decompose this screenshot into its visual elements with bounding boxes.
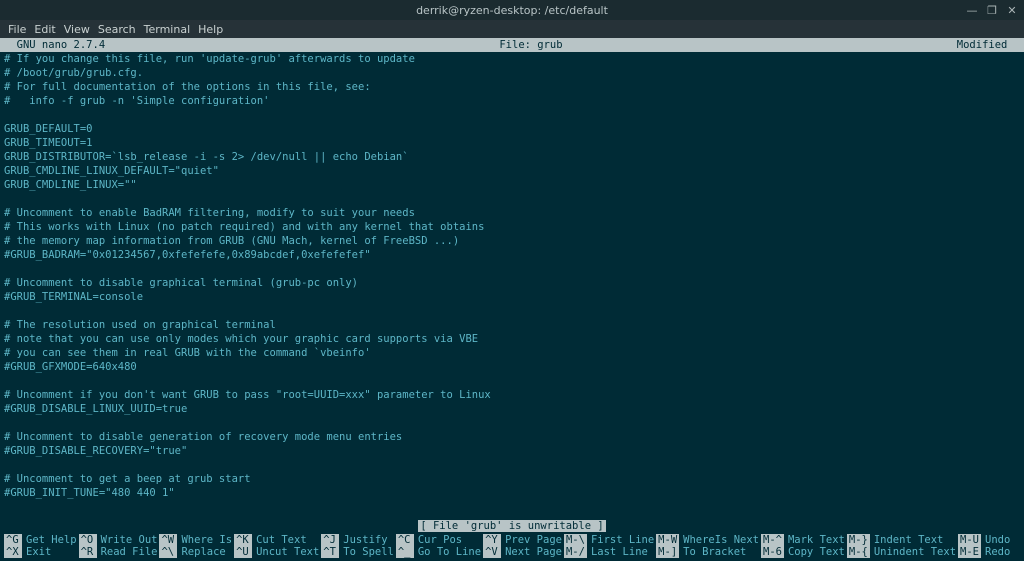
shortcut-col-3: ^K Cut Text ^U Uncut Text	[234, 533, 319, 559]
shortcut-key[interactable]: M-]	[656, 546, 679, 558]
shortcut-label: To Spell	[343, 546, 394, 558]
nano-modified: Modified	[957, 39, 1020, 51]
shortcut-label: Last Line	[591, 546, 648, 558]
shortcut-key[interactable]: ^O	[79, 534, 97, 546]
minimize-icon[interactable]: —	[966, 4, 978, 16]
shortcut-label: Copy Text	[788, 546, 845, 558]
shortcut-col-7: M-\ First Line M-/ Last Line	[564, 533, 654, 559]
shortcut-key[interactable]: M-U	[958, 534, 981, 546]
window-titlebar: derrik@ryzen-desktop: /etc/default — ❐ ✕	[0, 0, 1024, 20]
menu-terminal[interactable]: Terminal	[144, 23, 191, 36]
shortcut-key[interactable]: ^V	[483, 546, 501, 558]
shortcut-key[interactable]: M-{	[847, 546, 870, 558]
status-bar: [ File 'grub' is unwritable ]	[0, 519, 1024, 533]
editor-content[interactable]: # If you change this file, run 'update-g…	[0, 52, 1024, 519]
menu-search[interactable]: Search	[98, 23, 136, 36]
shortcut-label: Next Page	[505, 546, 562, 558]
shortcut-label: Cut Text	[256, 534, 307, 546]
shortcut-key[interactable]: ^\	[159, 546, 177, 558]
shortcut-label: Write Out	[101, 534, 158, 546]
nano-filename: File: grub	[105, 39, 957, 51]
shortcut-key[interactable]: M-/	[564, 546, 587, 558]
shortcut-label: Undo	[985, 534, 1010, 546]
shortcut-key[interactable]: ^G	[4, 534, 22, 546]
shortcut-col-11: M-U Undo M-E Redo	[958, 533, 1020, 559]
shortcut-col-10: M-} Indent Text M-{ Unindent Text	[847, 533, 956, 559]
shortcut-label: Read File	[101, 546, 158, 558]
shortcut-key[interactable]: ^W	[159, 534, 177, 546]
shortcut-label: Prev Page	[505, 534, 562, 546]
shortcut-label: Where Is	[181, 534, 232, 546]
shortcut-key[interactable]: ^U	[234, 546, 252, 558]
shortcut-label: Indent Text	[874, 534, 944, 546]
shortcut-key[interactable]: ^C	[396, 534, 414, 546]
shortcut-col-8: M-W WhereIs Next M-] To Bracket	[656, 533, 759, 559]
menu-view[interactable]: View	[64, 23, 90, 36]
shortcut-label: Justify	[343, 534, 387, 546]
window-title: derrik@ryzen-desktop: /etc/default	[416, 4, 608, 17]
shortcut-col-9: M-^ Mark Text M-6 Copy Text	[761, 533, 845, 559]
shortcut-label: Redo	[985, 546, 1010, 558]
shortcut-col-4: ^J Justify ^T To Spell	[321, 533, 394, 559]
shortcut-col-5: ^C Cur Pos ^_ Go To Line	[396, 533, 481, 559]
shortcut-label: Unindent Text	[874, 546, 956, 558]
shortcut-label: Go To Line	[418, 546, 481, 558]
menubar: File Edit View Search Terminal Help	[0, 20, 1024, 38]
shortcut-label: Get Help	[26, 534, 77, 546]
shortcut-key[interactable]: M-^	[761, 534, 784, 546]
shortcut-key[interactable]: M-\	[564, 534, 587, 546]
shortcut-col-1: ^O Write Out ^R Read File	[79, 533, 158, 559]
menu-file[interactable]: File	[8, 23, 26, 36]
shortcut-key[interactable]: M-6	[761, 546, 784, 558]
shortcut-col-6: ^Y Prev Page ^V Next Page	[483, 533, 562, 559]
shortcut-key[interactable]: ^T	[321, 546, 339, 558]
nano-version: GNU nano 2.7.4	[4, 39, 105, 51]
shortcut-key[interactable]: ^Y	[483, 534, 501, 546]
shortcut-key[interactable]: M-E	[958, 546, 981, 558]
shortcut-key[interactable]: ^_	[396, 546, 414, 558]
nano-header: GNU nano 2.7.4 File: grub Modified	[0, 38, 1024, 52]
shortcut-label: Exit	[26, 546, 51, 558]
shortcut-key[interactable]: ^J	[321, 534, 339, 546]
window-controls: — ❐ ✕	[966, 4, 1018, 16]
status-message: [ File 'grub' is unwritable ]	[418, 520, 605, 532]
shortcut-label: Replace	[181, 546, 225, 558]
shortcut-label: Uncut Text	[256, 546, 319, 558]
shortcut-label: Cur Pos	[418, 534, 462, 546]
shortcut-label: To Bracket	[683, 546, 746, 558]
shortcut-label: First Line	[591, 534, 654, 546]
shortcut-col-2: ^W Where Is ^\ Replace	[159, 533, 232, 559]
shortcut-label: Mark Text	[788, 534, 845, 546]
menu-edit[interactable]: Edit	[34, 23, 55, 36]
shortcut-key[interactable]: ^K	[234, 534, 252, 546]
shortcut-key[interactable]: M-W	[656, 534, 679, 546]
shortcut-bar: ^G Get Help ^X Exit ^O Write Out ^R Read File^W…	[0, 533, 1024, 561]
maximize-icon[interactable]: ❐	[986, 4, 998, 16]
close-icon[interactable]: ✕	[1006, 4, 1018, 16]
shortcut-label: WhereIs Next	[683, 534, 759, 546]
menu-help[interactable]: Help	[198, 23, 223, 36]
shortcut-key[interactable]: ^X	[4, 546, 22, 558]
shortcut-key[interactable]: M-}	[847, 534, 870, 546]
shortcut-col-0: ^G Get Help ^X Exit	[4, 533, 77, 559]
shortcut-key[interactable]: ^R	[79, 546, 97, 558]
